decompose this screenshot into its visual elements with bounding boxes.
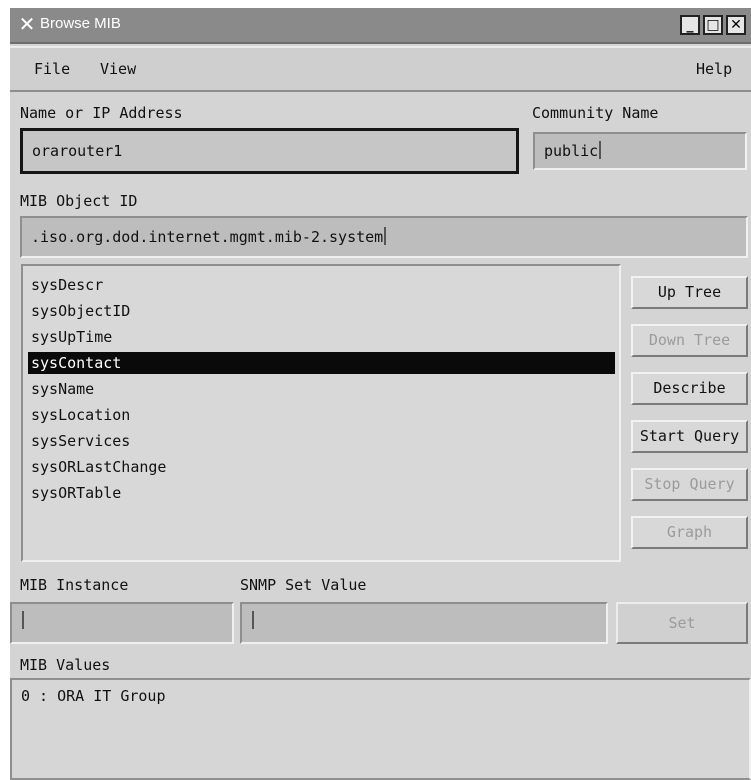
list-item[interactable]: sysORLastChange xyxy=(28,456,615,478)
graph-button[interactable]: Graph xyxy=(631,516,748,549)
text-cursor xyxy=(252,611,254,629)
menu-view[interactable]: View xyxy=(100,60,136,78)
oid-label: MIB Object ID xyxy=(20,192,138,210)
menu-file[interactable]: File xyxy=(34,60,70,78)
mib-values-output[interactable]: 0 : ORA IT Group xyxy=(10,678,751,780)
list-item-selected[interactable]: sysContact xyxy=(28,352,615,374)
describe-button[interactable]: Describe xyxy=(631,372,748,405)
down-tree-button[interactable]: Down Tree xyxy=(631,324,748,357)
browse-mib-window: ✕ Browse MIB _ □ ✕ File View Help Name o… xyxy=(10,8,751,780)
list-item[interactable]: sysDescr xyxy=(28,274,615,296)
maximize-button[interactable]: □ xyxy=(703,15,723,35)
mib-instance-input[interactable] xyxy=(10,602,234,644)
text-cursor xyxy=(22,611,24,629)
list-item[interactable]: sysLocation xyxy=(28,404,615,426)
oid-input[interactable]: .iso.org.dod.internet.mgmt.mib-2.system xyxy=(20,216,748,258)
up-tree-button[interactable]: Up Tree xyxy=(631,276,748,309)
mib-values-text: 0 : ORA IT Group xyxy=(21,687,166,705)
set-button[interactable]: Set xyxy=(616,602,748,644)
text-cursor xyxy=(599,141,602,159)
menu-help[interactable]: Help xyxy=(696,60,732,78)
host-input[interactable]: orarouter1 xyxy=(20,128,519,174)
community-label: Community Name xyxy=(532,104,659,122)
list-item[interactable]: sysName xyxy=(28,378,615,400)
window-title: Browse MIB xyxy=(40,15,121,32)
x-window-icon[interactable]: ✕ xyxy=(16,13,38,35)
text-cursor xyxy=(384,227,387,245)
list-item[interactable]: sysObjectID xyxy=(28,300,615,322)
list-item[interactable]: sysORTable xyxy=(28,482,615,504)
list-item[interactable]: sysServices xyxy=(28,430,615,452)
minimize-button[interactable]: _ xyxy=(680,15,700,35)
title-bar[interactable]: ✕ Browse MIB _ □ ✕ xyxy=(10,8,751,44)
list-item[interactable]: sysUpTime xyxy=(28,326,615,348)
menu-bar: File View Help xyxy=(10,46,751,92)
mib-object-list[interactable]: sysDescr sysObjectID sysUpTime sysContac… xyxy=(21,264,621,562)
host-label: Name or IP Address xyxy=(20,104,183,122)
host-value: orarouter1 xyxy=(32,142,123,160)
close-button[interactable]: ✕ xyxy=(726,15,746,35)
community-input[interactable]: public xyxy=(533,132,747,170)
snmp-set-value-label: SNMP Set Value xyxy=(240,576,367,594)
snmp-set-value-input[interactable] xyxy=(240,602,608,644)
oid-value: .iso.org.dod.internet.mgmt.mib-2.system xyxy=(31,228,384,246)
mib-values-label: MIB Values xyxy=(20,656,111,674)
mib-instance-label: MIB Instance xyxy=(20,576,129,594)
stop-query-button[interactable]: Stop Query xyxy=(631,468,748,501)
start-query-button[interactable]: Start Query xyxy=(631,420,748,453)
community-value: public xyxy=(544,142,599,160)
